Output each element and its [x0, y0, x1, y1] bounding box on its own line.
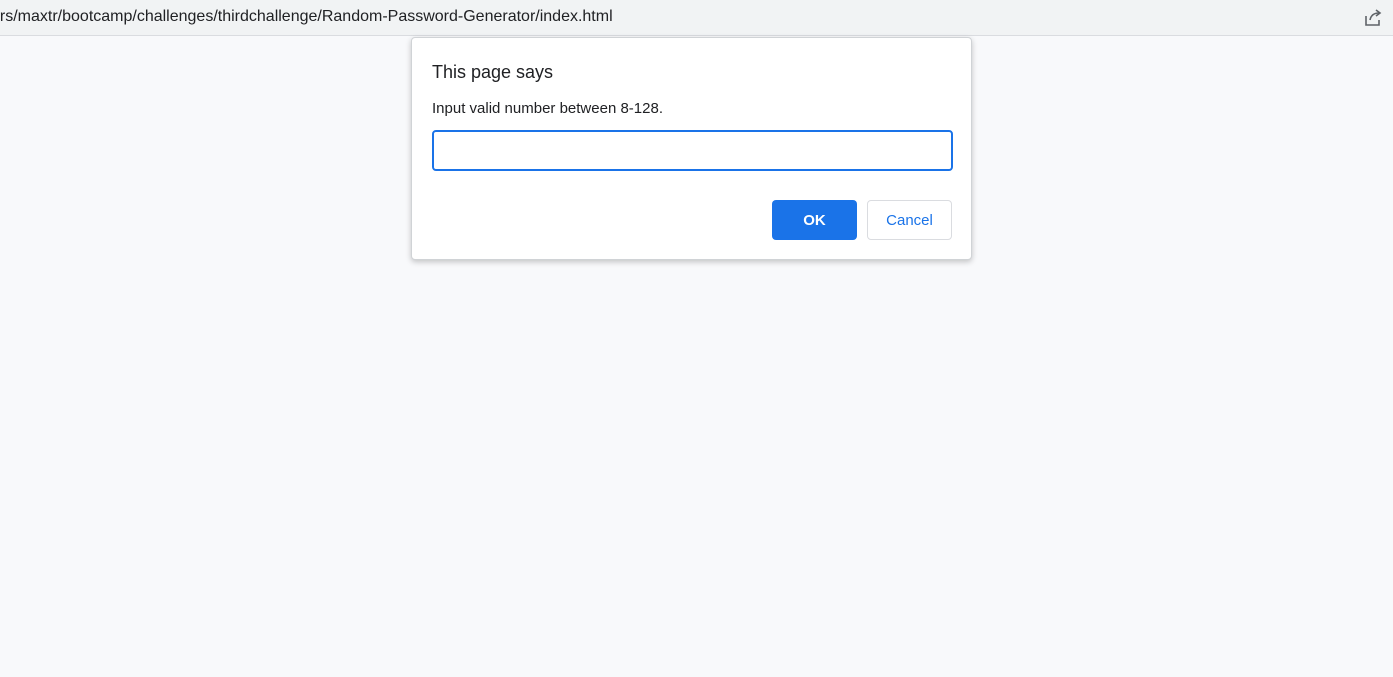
cancel-button[interactable]: Cancel [867, 200, 952, 240]
share-icon[interactable] [1363, 8, 1383, 28]
ok-button[interactable]: OK [772, 200, 857, 240]
url-text[interactable]: ers/maxtr/bootcamp/challenges/thirdchall… [0, 8, 613, 26]
dialog-message: Input valid number between 8-128. [432, 100, 663, 117]
prompt-dialog: This page says Input valid number betwee… [411, 37, 972, 260]
address-bar[interactable]: ers/maxtr/bootcamp/challenges/thirdchall… [0, 0, 1393, 36]
dialog-title: This page says [432, 62, 554, 82]
prompt-input[interactable] [432, 130, 953, 171]
